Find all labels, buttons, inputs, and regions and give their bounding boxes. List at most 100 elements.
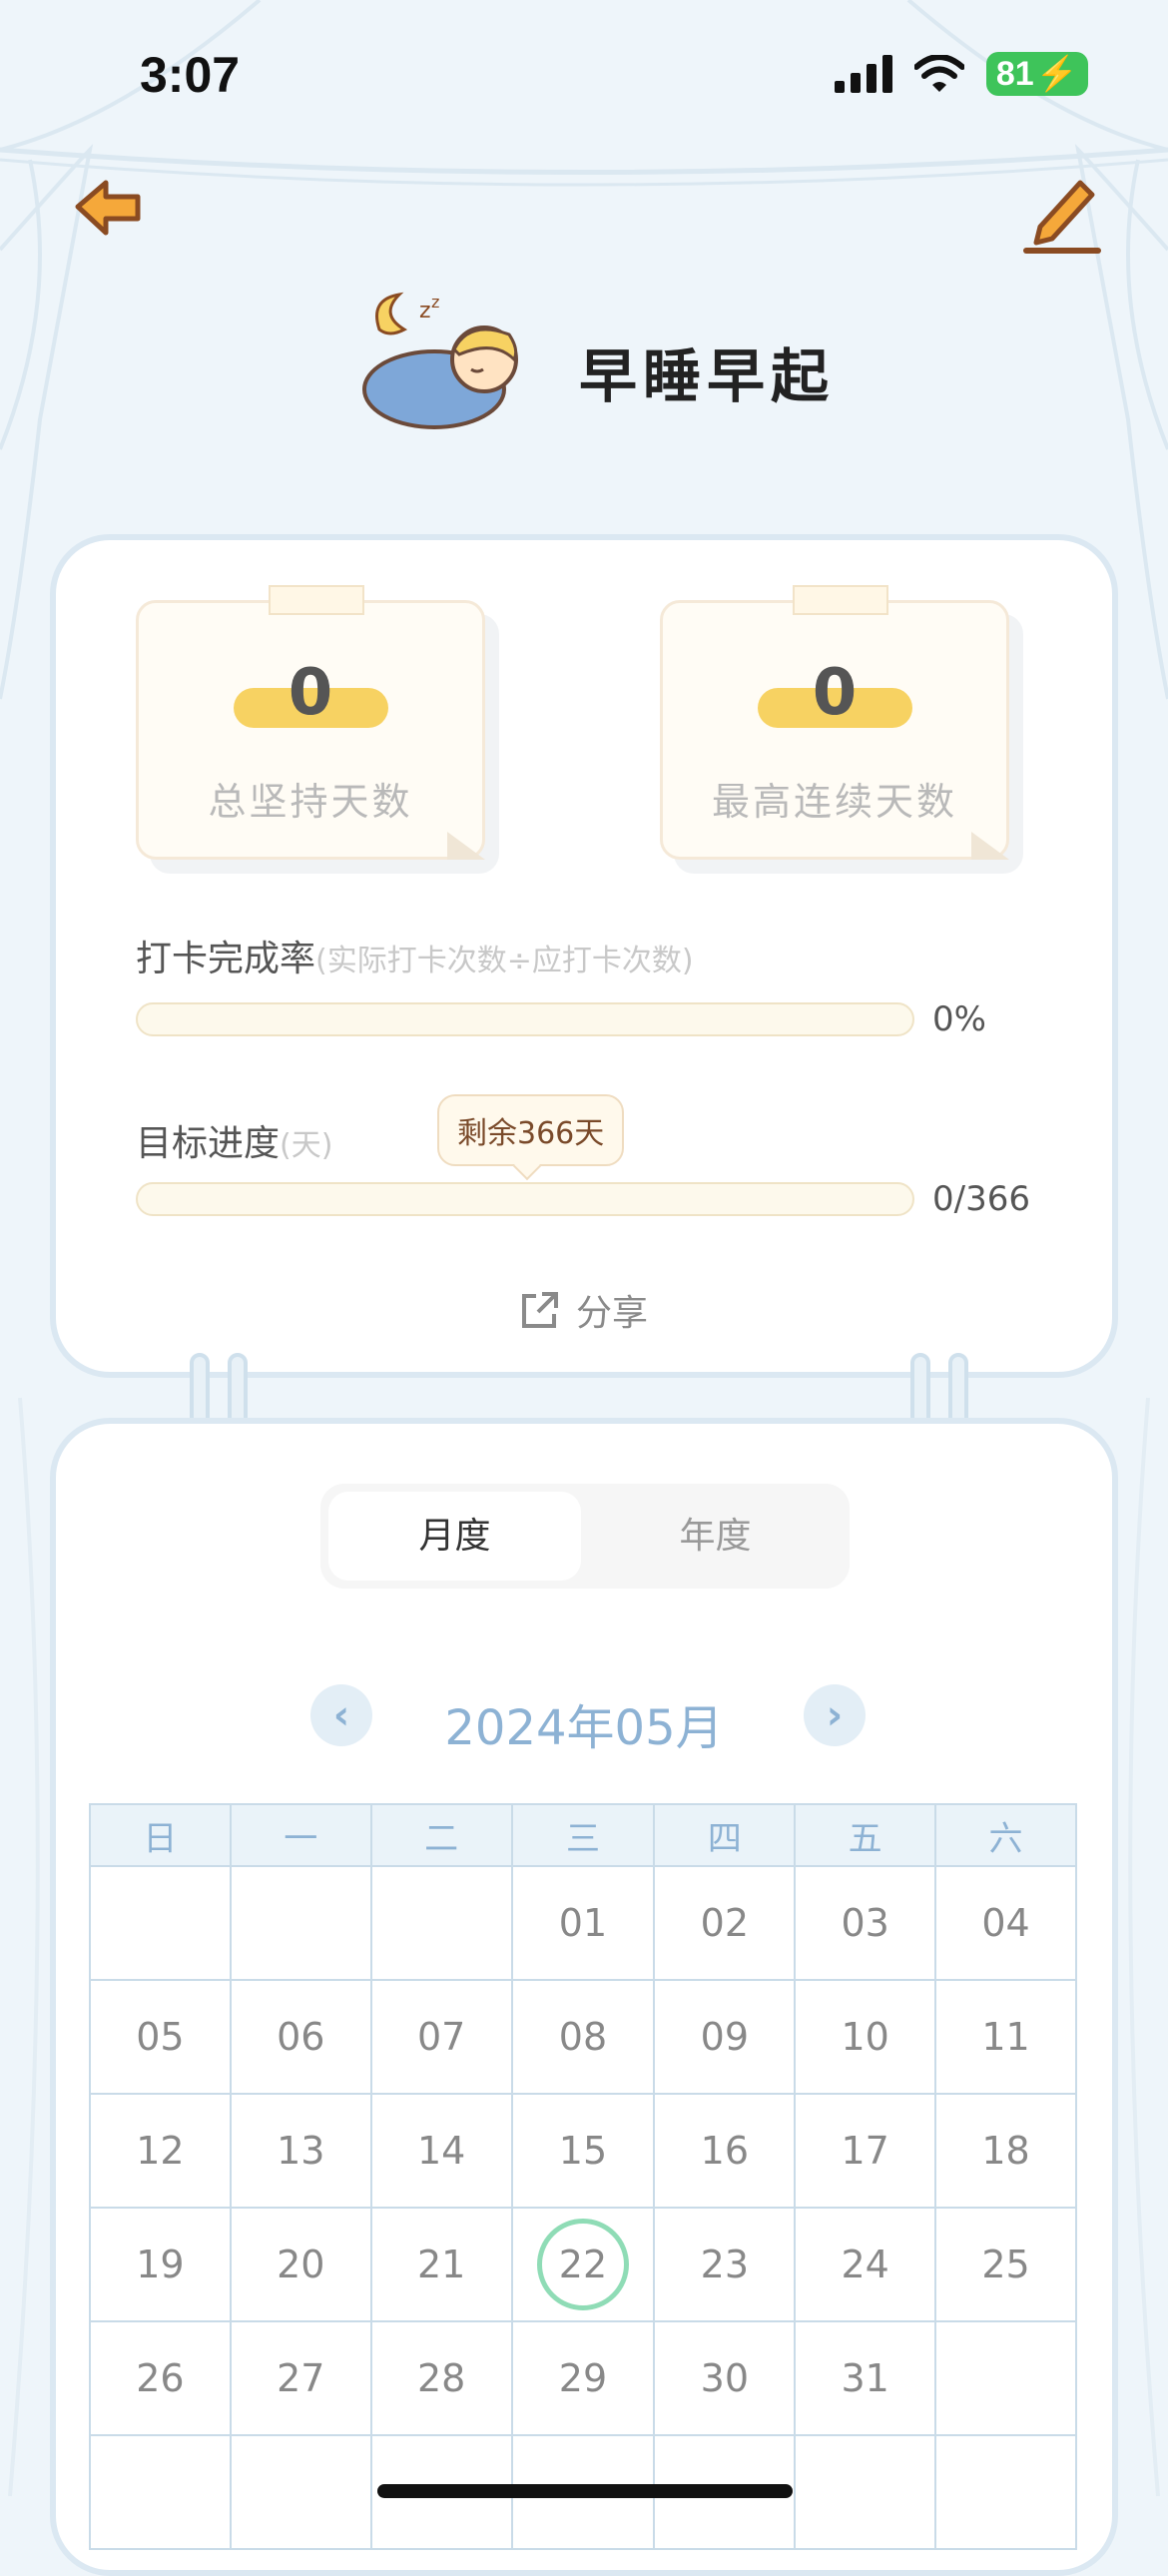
- wifi-icon: [913, 55, 964, 92]
- total-days-note: 0 总坚持天数: [136, 585, 485, 860]
- status-bar: 3:07 81 ⚡: [0, 0, 1168, 150]
- svg-text:z: z: [431, 293, 439, 312]
- max-streak-note: 0 最高连续天数: [660, 585, 1009, 860]
- page-fold-decoration: [971, 832, 1009, 860]
- calendar-day[interactable]: 05: [89, 1979, 232, 2095]
- calendar-day[interactable]: 06: [229, 1979, 372, 2095]
- calendar-day[interactable]: 11: [934, 1979, 1077, 2095]
- calendar-day[interactable]: 07: [369, 1979, 513, 2095]
- calendar-day[interactable]: 16: [653, 2093, 797, 2209]
- day-number: 12: [136, 2129, 185, 2173]
- day-number: 11: [981, 2015, 1030, 2059]
- weekday-header: 日 一 二 三 四 五 六: [89, 1803, 1077, 1867]
- completion-rate-value: 0%: [932, 999, 986, 1039]
- charging-icon: ⚡: [1035, 55, 1078, 93]
- day-number: 20: [277, 2243, 325, 2286]
- calendar-day[interactable]: 15: [510, 2093, 656, 2209]
- calendar-day[interactable]: 08: [510, 1979, 656, 2095]
- day-number: 03: [841, 1901, 889, 1945]
- month-label: 2024年05月: [444, 1700, 724, 1756]
- calendar-day[interactable]: 25: [934, 2207, 1077, 2322]
- calendar-day[interactable]: 19: [89, 2207, 232, 2322]
- calendar-card: 月度 年度 ‹ 2024年05月 › 日 一 二 三 四 五 六 01 02 03 0…: [50, 1418, 1118, 2576]
- day-number: 06: [277, 2015, 325, 2059]
- next-month-button[interactable]: ›: [804, 1684, 866, 1746]
- chevron-right-icon: ›: [826, 1692, 844, 1738]
- status-time: 3:07: [140, 47, 241, 103]
- habit-title: 早睡早起: [579, 342, 836, 410]
- calendar-day[interactable]: 12: [89, 2093, 232, 2209]
- calendar-day[interactable]: 09: [653, 1979, 797, 2095]
- calendar-day[interactable]: 10: [794, 1979, 937, 2095]
- day-number: 18: [981, 2129, 1030, 2173]
- period-toggle: 月度 年度: [320, 1484, 850, 1589]
- calendar-day[interactable]: 04: [934, 1865, 1077, 1981]
- calendar-day[interactable]: 21: [369, 2207, 513, 2322]
- calendar-day[interactable]: 13: [229, 2093, 372, 2209]
- calendar-week-row: 19 20 21 22 23 24 25: [89, 2207, 1077, 2322]
- share-label: 分享: [575, 1293, 648, 1334]
- weekday-mon: 一: [229, 1803, 372, 1867]
- max-streak-value: 0: [812, 656, 858, 730]
- day-number: 05: [136, 2015, 185, 2059]
- calendar-week-row: 12 13 14 15 16 17 18: [89, 2093, 1077, 2209]
- habit-header: z z 早睡早起: [0, 290, 1168, 449]
- day-number: 24: [841, 2243, 889, 2286]
- calendar-week-row: 01 02 03 04: [89, 1865, 1077, 1981]
- calendar-day[interactable]: 18: [934, 2093, 1077, 2209]
- day-number: 07: [416, 2015, 466, 2059]
- edit-button[interactable]: [1018, 165, 1108, 255]
- day-number: 19: [136, 2243, 185, 2286]
- calendar-day[interactable]: 27: [229, 2320, 372, 2436]
- back-button[interactable]: [70, 175, 150, 245]
- day-number: 10: [841, 2015, 889, 2059]
- day-number: 15: [558, 2129, 608, 2173]
- day-number: 30: [700, 2356, 749, 2400]
- share-button[interactable]: 分享: [56, 1284, 1112, 1336]
- battery-level: 81: [995, 54, 1034, 93]
- calendar-empty-cell: [934, 2434, 1077, 2550]
- calendar-week-row: 05 06 07 08 09 10 11: [89, 1979, 1077, 2095]
- weekday-tue: 二: [369, 1803, 513, 1867]
- calendar-day[interactable]: 23: [653, 2207, 797, 2322]
- calendar-day[interactable]: 14: [369, 2093, 513, 2209]
- calendar-day[interactable]: 22: [510, 2207, 656, 2322]
- calendar-day[interactable]: 20: [229, 2207, 372, 2322]
- calendar-empty-cell: [794, 2434, 937, 2550]
- calendar-day[interactable]: 17: [794, 2093, 937, 2209]
- share-icon: [521, 1292, 558, 1328]
- calendar-day[interactable]: 01: [510, 1865, 656, 1981]
- pencil-icon: [1023, 180, 1101, 254]
- calendar-day[interactable]: 31: [794, 2320, 937, 2436]
- weekday-sun: 日: [89, 1803, 232, 1867]
- tab-monthly[interactable]: 月度: [328, 1492, 581, 1581]
- calendar-day[interactable]: 02: [653, 1865, 797, 1981]
- remaining-days-tooltip: 剩余366天: [437, 1094, 625, 1166]
- calendar-day[interactable]: 28: [369, 2320, 513, 2436]
- day-number: 17: [841, 2129, 889, 2173]
- calendar-day[interactable]: 24: [794, 2207, 937, 2322]
- goal-progress-label: 目标进度: [136, 1123, 281, 1164]
- weekday-sat: 六: [934, 1803, 1077, 1867]
- today-marker: 22: [536, 2219, 629, 2310]
- goal-progress-bar: [136, 1182, 914, 1216]
- tab-yearly[interactable]: 年度: [589, 1492, 842, 1581]
- calendar-week-row: 26 27 28 29 30 31: [89, 2320, 1077, 2436]
- calendar-empty-cell: [934, 2320, 1077, 2436]
- day-number: 02: [700, 1901, 749, 1945]
- calendar-day[interactable]: 29: [510, 2320, 656, 2436]
- completion-rate-bar: [136, 1002, 914, 1036]
- max-streak-label: 最高连续天数: [711, 780, 957, 824]
- calendar-day[interactable]: 30: [653, 2320, 797, 2436]
- weekday-thu: 四: [653, 1803, 797, 1867]
- calendar-empty-cell: [89, 1865, 232, 1981]
- calendar-empty-cell: [89, 2434, 232, 2550]
- completion-rate-subtitle: (实际打卡次数÷应打卡次数): [315, 944, 694, 978]
- calendar-day[interactable]: 26: [89, 2320, 232, 2436]
- calendar-empty-cell: [229, 2434, 372, 2550]
- battery-indicator: 81 ⚡: [985, 52, 1088, 96]
- calendar-day[interactable]: 03: [794, 1865, 937, 1981]
- day-number: 08: [558, 2015, 608, 2059]
- day-number: 13: [277, 2129, 325, 2173]
- goal-progress-subtitle: (天): [280, 1128, 333, 1163]
